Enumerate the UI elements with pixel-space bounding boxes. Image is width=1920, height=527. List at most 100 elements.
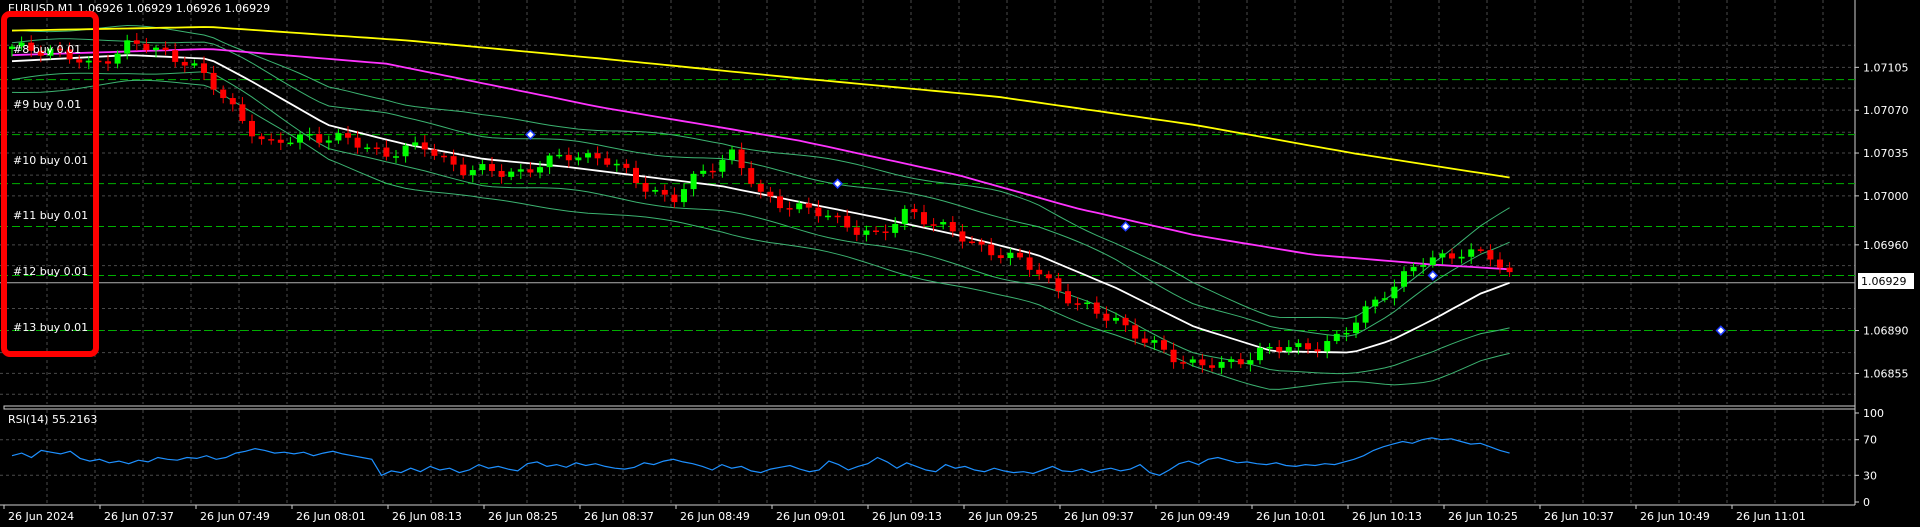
candle-body: [997, 255, 1004, 259]
candle-body: [834, 215, 841, 218]
candle-body: [1074, 303, 1081, 305]
time-tick-label: 26 Jun 09:25: [968, 510, 1038, 523]
candle-body: [1084, 302, 1091, 305]
time-tick-label: 26 Jun 10:25: [1448, 510, 1518, 523]
candle-body: [1410, 266, 1417, 272]
candle-body: [863, 230, 870, 235]
time-tick-label: 26 Jun 08:25: [488, 510, 558, 523]
price-tick-label: 1.06890: [1863, 325, 1909, 338]
candle-body: [1314, 349, 1321, 352]
candle-body: [1391, 286, 1398, 299]
candle-body: [1477, 249, 1484, 251]
candle-body: [1093, 302, 1100, 314]
candle-body: [1439, 253, 1446, 258]
candle-body: [623, 163, 630, 168]
candle-body: [287, 142, 294, 145]
candle-body: [431, 149, 438, 156]
candle-body: [76, 59, 83, 63]
candle-body: [594, 153, 601, 159]
candle-body: [1237, 359, 1244, 365]
candle-body: [959, 231, 966, 242]
candle-body: [1026, 257, 1033, 270]
candle-body: [652, 189, 659, 192]
candle-body: [1449, 253, 1455, 259]
candle-body: [719, 159, 726, 172]
candle-body: [1209, 365, 1215, 368]
candle-body: [239, 104, 246, 121]
candle-body: [690, 173, 697, 190]
candle-body: [1266, 346, 1273, 349]
candle-body: [124, 40, 131, 54]
candle-body: [844, 215, 851, 228]
candle-body: [1180, 362, 1187, 364]
time-tick-label: 26 Jun 10:49: [1640, 510, 1710, 523]
candle-body: [1228, 359, 1235, 362]
time-tick-label: 26 Jun 10:01: [1256, 510, 1326, 523]
candle-body: [1381, 298, 1388, 300]
price-tick-label: 1.07105: [1863, 61, 1909, 74]
candle-body: [882, 231, 889, 233]
candle-body: [479, 164, 486, 171]
order-label-10[interactable]: #10 buy 0.01: [13, 154, 88, 167]
candle-body: [498, 170, 505, 177]
candle-body: [748, 168, 755, 184]
candle-body: [469, 170, 476, 176]
candle-body: [450, 156, 457, 165]
candle-body: [153, 47, 159, 51]
trading-chart[interactable]: 1.07105 1.07070 1.07035 1.07000 1.06960 1.068…: [0, 0, 1920, 527]
candle-body: [1295, 343, 1302, 348]
candle-body: [1141, 338, 1148, 343]
candle-body: [969, 241, 975, 244]
candle-body: [825, 215, 831, 218]
candle-body: [191, 63, 198, 66]
candle-body: [709, 170, 716, 173]
candle-body: [729, 149, 735, 160]
order-label-13[interactable]: #13 buy 0.01: [13, 321, 88, 334]
candle-body: [268, 139, 275, 141]
candle-body: [210, 72, 217, 90]
candle-body: [757, 183, 764, 192]
order-label-12[interactable]: #12 buy 0.01: [13, 265, 88, 278]
rsi-tick-label: 70: [1863, 434, 1877, 447]
candle-body: [1199, 359, 1206, 366]
candle-body: [1055, 278, 1062, 292]
candle-body: [585, 153, 591, 158]
candle-body: [873, 230, 879, 233]
candle-body: [402, 145, 409, 157]
candle-body: [1189, 359, 1196, 363]
candle-body: [892, 223, 899, 233]
candle-body: [249, 120, 255, 137]
price-tick-label: 1.07000: [1863, 190, 1909, 203]
rsi-tick-label: 0: [1863, 496, 1870, 509]
time-tick-label: 26 Jun 08:37: [584, 510, 654, 523]
candle-body: [460, 164, 467, 176]
candle-body: [738, 149, 745, 169]
candle-body: [575, 157, 582, 161]
candle-body: [85, 60, 92, 63]
price-tick-label: 1.06855: [1863, 367, 1909, 380]
order-label-9[interactable]: #9 buy 0.01: [13, 98, 81, 111]
candle-body: [1170, 349, 1177, 363]
candle-body: [325, 140, 332, 143]
current-price-label: 1.06929: [1861, 275, 1907, 288]
time-tick-label: 26 Jun 08:13: [392, 510, 462, 523]
candle-body: [105, 61, 111, 64]
time-tick-label: 26 Jun 09:13: [872, 510, 942, 523]
candle-body: [1161, 340, 1167, 350]
candle-body: [537, 167, 543, 173]
candle-body: [661, 189, 668, 195]
candle-body: [229, 98, 236, 105]
rsi-header: RSI(14) 55.2163: [8, 413, 97, 426]
candle-body: [181, 61, 188, 66]
rsi-tick-label: 30: [1863, 469, 1877, 482]
order-label-8[interactable]: #8 buy 0.01: [13, 43, 81, 56]
candle-body: [805, 203, 812, 208]
time-tick-label: 26 Jun 10:37: [1544, 510, 1614, 523]
candle-body: [565, 154, 572, 161]
candle-body: [949, 222, 956, 232]
candle-body: [1007, 252, 1014, 259]
candle-body: [700, 170, 707, 174]
order-label-11[interactable]: #11 buy 0.01: [13, 209, 88, 222]
candle-body: [777, 196, 783, 209]
candle-body: [383, 147, 390, 157]
